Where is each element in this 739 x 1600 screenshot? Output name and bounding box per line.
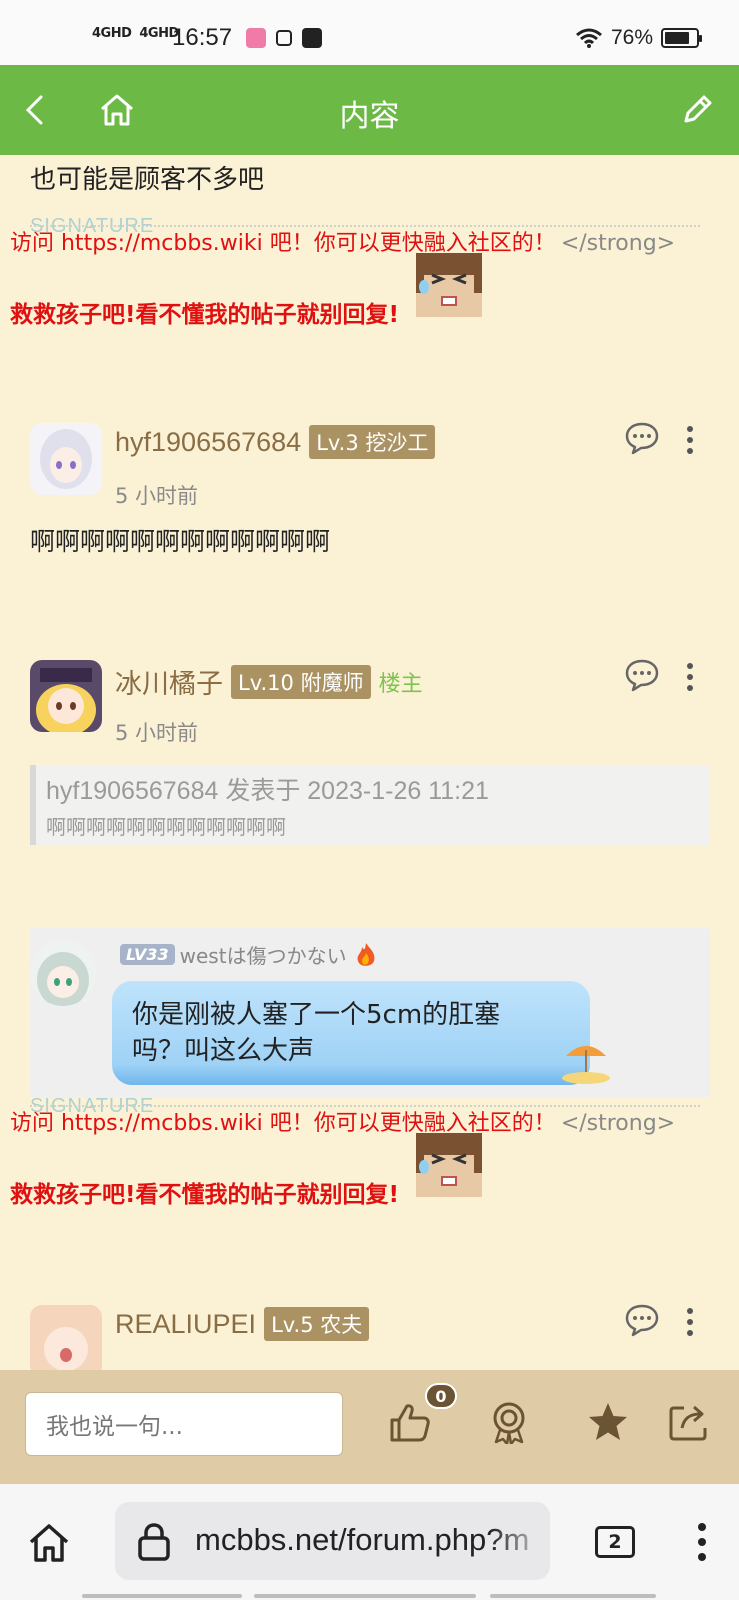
user-info: 冰川橘子 Lv.10 附魔师 楼主	[115, 662, 423, 701]
chat-bubble-icon	[625, 1304, 659, 1337]
post-thread: 也可能是顾客不多吧 SIGNATURE 访问 https://mcbbs.wik…	[0, 155, 739, 1370]
more-vertical-icon	[687, 426, 693, 454]
chat-signature-box: LV33 westは傷つかない 你是刚被人塞了一个5cm的肛塞 吗？叫这么大声	[30, 928, 710, 1098]
signature-line-1: 访问 https://mcbbs.wiki 吧！你可以更快融入社区的！ </st…	[10, 225, 675, 257]
avatar[interactable]	[30, 660, 102, 732]
browser-toolbar: mcbbs.net/forum.php?m 2	[0, 1484, 739, 1600]
chat-bubble-icon	[625, 422, 659, 455]
more-options-button[interactable]	[684, 662, 696, 696]
status-bar: 4GHD 4GHD 16:57 76%	[0, 0, 739, 65]
avatar	[30, 940, 96, 1006]
owner-tag: 楼主	[378, 671, 423, 697]
chat-username: westは傷つかない	[179, 944, 347, 968]
sweat-face-emoji	[416, 1133, 482, 1201]
award-button[interactable]	[485, 1398, 533, 1446]
chat-level-badge: LV33	[120, 944, 175, 965]
share-button[interactable]	[665, 1398, 713, 1446]
username[interactable]: hyf1906567684	[115, 427, 301, 458]
browser-menu-button[interactable]	[696, 1522, 708, 1566]
user-info: hyf1906567684 Lv.3 挖沙工	[115, 425, 436, 459]
like-count-badge: 0	[425, 1383, 457, 1409]
bubble-line-2: 吗？叫这么大声	[132, 1036, 315, 1066]
comment-button[interactable]	[624, 421, 660, 459]
post-text: 啊啊啊啊啊啊啊啊啊啊啊啊	[30, 527, 331, 556]
signature-tag-text: </strong>	[560, 231, 676, 256]
pencil-icon	[684, 95, 712, 123]
more-vertical-icon	[687, 1308, 693, 1336]
comment-button[interactable]	[624, 658, 660, 696]
username[interactable]: REALIUPEI	[115, 1309, 256, 1340]
signature-tag-text: </strong>	[560, 1111, 676, 1136]
battery-icon	[661, 28, 702, 48]
post-text: 也可能是顾客不多吧	[30, 165, 265, 195]
tab-switcher-button[interactable]: 2	[595, 1526, 635, 1558]
star-icon	[589, 1403, 627, 1440]
quote-header: hyf1906567684 发表于 2023-1-26 11:21	[46, 777, 489, 805]
more-vertical-icon	[687, 663, 693, 691]
beach-umbrella-icon	[560, 1036, 612, 1088]
username[interactable]: 冰川橘子	[115, 662, 223, 701]
notification-icons	[246, 28, 322, 48]
bubble-line-1: 你是刚被人塞了一个5cm的肛塞	[132, 1000, 501, 1030]
chat-bubble: 你是刚被人塞了一个5cm的肛塞 吗？叫这么大声	[112, 981, 590, 1085]
comment-button[interactable]	[624, 1303, 660, 1341]
lock-icon	[138, 1523, 170, 1561]
address-bar[interactable]: mcbbs.net/forum.php?m	[115, 1502, 550, 1580]
url-fade	[490, 1502, 550, 1580]
reply-input[interactable]: 我也说一句...	[25, 1392, 343, 1456]
network-1: 4GHD	[92, 26, 132, 41]
favorite-button[interactable]	[584, 1398, 632, 1446]
url-text: mcbbs.net/forum.php?m	[195, 1522, 530, 1557]
more-vertical-icon	[698, 1523, 706, 1561]
post-time: 5 小时前	[115, 721, 199, 745]
app-notification-icon-2	[302, 28, 322, 48]
battery-percent: 76%	[610, 26, 653, 49]
home-icon	[29, 1524, 69, 1562]
tv-app-icon	[276, 30, 292, 46]
app-header: 内容	[0, 65, 739, 155]
level-badge: Lv.3 挖沙工	[309, 425, 436, 459]
flame-icon	[357, 942, 374, 966]
sweat-face-emoji	[416, 253, 482, 321]
signature-line-2: 救救孩子吧!看不懂我的帖子就别回复!	[10, 1182, 399, 1208]
quote-block: hyf1906567684 发表于 2023-1-26 11:21 啊啊啊啊啊啊…	[30, 765, 710, 845]
gesture-bar-segment	[254, 1594, 476, 1598]
level-badge: Lv.5 农夫	[264, 1307, 370, 1341]
chat-user-line: LV33 westは傷つかない	[120, 940, 380, 969]
edit-button[interactable]	[674, 87, 720, 133]
share-icon	[669, 1405, 707, 1441]
signature-line-1: 访问 https://mcbbs.wiki 吧！你可以更快融入社区的！ </st…	[10, 1105, 675, 1137]
user-info: REALIUPEI Lv.5 农夫	[115, 1307, 370, 1341]
more-options-button[interactable]	[684, 425, 696, 459]
page-title: 内容	[339, 99, 400, 134]
like-button[interactable]	[386, 1398, 434, 1446]
gesture-bar-segment	[490, 1594, 656, 1598]
post-time: 5 小时前	[115, 484, 199, 508]
app-notification-icon	[246, 28, 266, 48]
chat-bubble-icon	[625, 659, 659, 692]
clock: 16:57	[172, 24, 233, 51]
wifi-icon	[576, 28, 602, 48]
award-icon	[493, 1402, 525, 1444]
signature-line-2: 救救孩子吧!看不懂我的帖子就别回复!	[10, 302, 399, 328]
quote-body: 啊啊啊啊啊啊啊啊啊啊啊啊	[46, 815, 286, 839]
more-options-button[interactable]	[684, 1307, 696, 1341]
browser-home-button[interactable]	[28, 1522, 70, 1568]
level-badge: Lv.10 附魔师	[231, 664, 371, 699]
thumbs-up-icon	[390, 1404, 430, 1442]
status-right: 76%	[575, 26, 702, 50]
avatar[interactable]	[30, 423, 102, 495]
reply-bar: 我也说一句... 0	[0, 1370, 739, 1484]
gesture-bar-segment	[82, 1594, 242, 1598]
avatar[interactable]	[30, 1305, 102, 1370]
